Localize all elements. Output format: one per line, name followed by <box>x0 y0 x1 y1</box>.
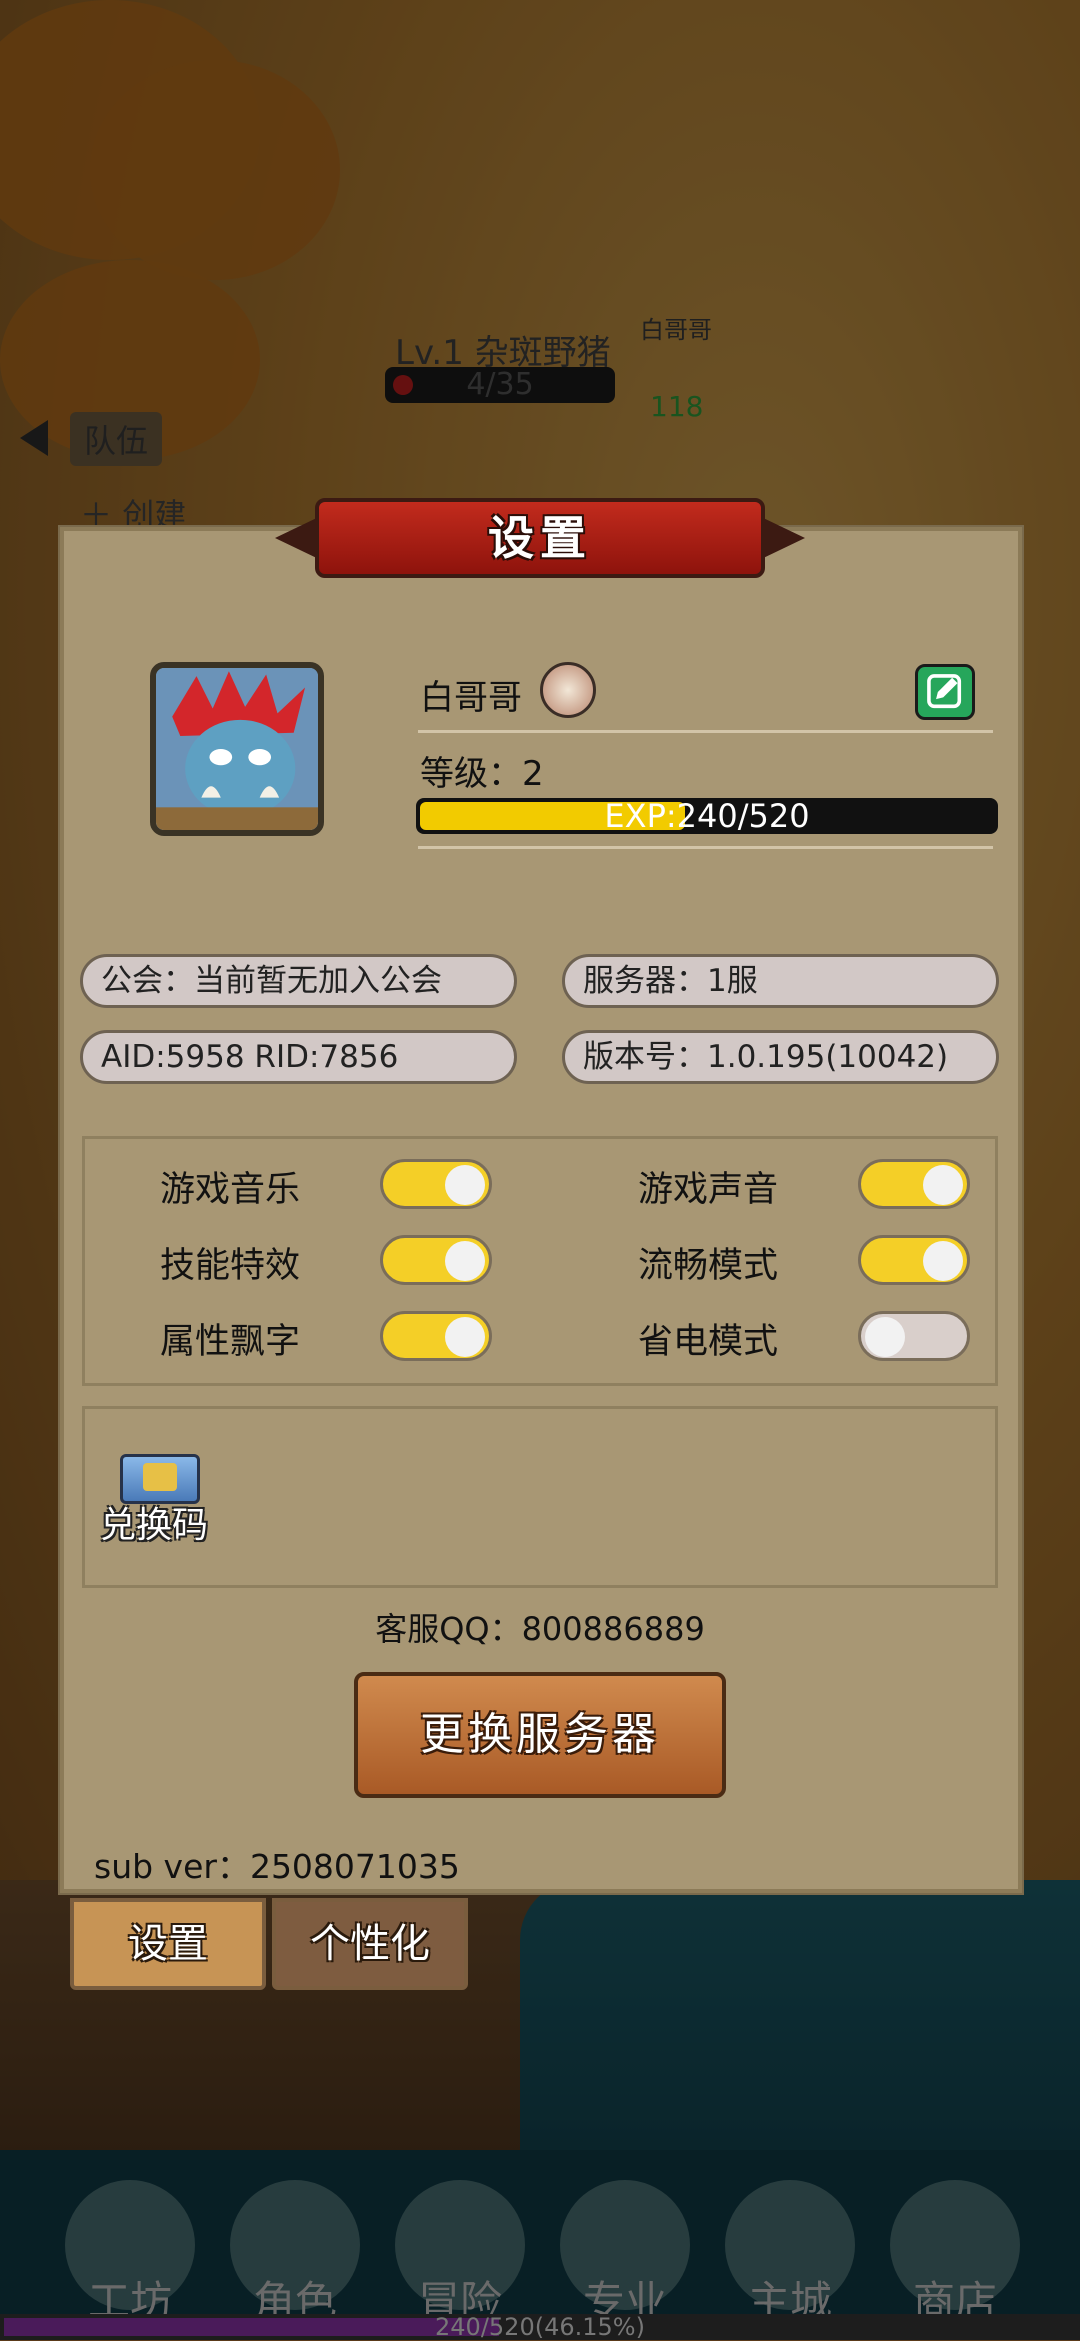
nav-shop[interactable]: 商店 <box>880 2180 1030 2330</box>
power-saving-toggle[interactable] <box>858 1311 970 1361</box>
player-avatar[interactable] <box>150 662 324 836</box>
account-ids: AID:5958 RID:7856 <box>80 1030 517 1084</box>
redeem-code-label[interactable]: 兑换码 <box>100 1496 208 1548</box>
toggle-knob <box>445 1241 485 1281</box>
smooth-mode-toggle[interactable] <box>858 1235 970 1285</box>
guild-info: 公会：当前暂无加入公会 <box>80 954 517 1008</box>
sub-version: sub ver：2508071035 <box>94 1847 460 1886</box>
version-info: 版本号：1.0.195(10042) <box>562 1030 999 1084</box>
floating-text-toggle[interactable] <box>380 1311 492 1361</box>
music-toggle[interactable] <box>380 1159 492 1209</box>
server-info: 服务器：1服 <box>562 954 999 1008</box>
nav-main-city[interactable]: 主城 <box>715 2180 865 2330</box>
switch-server-button[interactable]: 更换服务器 <box>354 1672 726 1798</box>
footer-exp-text: 240/520(46.15%) <box>435 2313 645 2341</box>
support-qq: 客服QQ：800886889 <box>375 1610 705 1648</box>
nav-character[interactable]: 角色 <box>220 2180 370 2330</box>
skill-effects-toggle[interactable] <box>380 1235 492 1285</box>
tab-settings[interactable]: 设置 <box>70 1898 266 1990</box>
toggle-label-smooth-mode: 流畅模式 <box>638 1246 779 1286</box>
troll-portrait-icon <box>156 668 318 830</box>
toggle-label-floating-text: 属性飘字 <box>160 1322 301 1362</box>
exp-text: EXP:240/520 <box>604 798 810 834</box>
player-level: 等级：2 <box>420 754 544 794</box>
toggle-knob <box>923 1165 963 1205</box>
extras-box <box>82 1406 998 1588</box>
toggle-knob <box>923 1241 963 1281</box>
nav-adventure[interactable]: 冒险 <box>385 2180 535 2330</box>
divider <box>418 730 993 733</box>
footer-exp-bar: 240/520(46.15%) <box>0 2314 1080 2340</box>
class-sword-icon <box>540 662 596 718</box>
toggle-label-power-saving: 省电模式 <box>638 1322 779 1362</box>
toggle-label-music: 游戏音乐 <box>160 1170 301 1210</box>
toggle-knob <box>445 1317 485 1357</box>
divider <box>418 846 993 849</box>
dialog-title: 设置 <box>488 511 592 565</box>
exp-progress-bar: EXP:240/520 <box>416 798 998 834</box>
tab-personalize[interactable]: 个性化 <box>272 1898 468 1990</box>
nav-profession[interactable]: 专业 <box>550 2180 700 2330</box>
edit-name-button[interactable] <box>915 664 975 720</box>
dialog-title-banner: 设置 <box>275 488 805 588</box>
toggle-label-skill-effects: 技能特效 <box>160 1246 301 1286</box>
nav-workshop[interactable]: 工坊 <box>55 2180 205 2330</box>
toggle-label-sound: 游戏声音 <box>638 1170 779 1210</box>
player-name: 白哥哥 <box>420 678 522 718</box>
pencil-icon <box>927 674 962 709</box>
toggle-knob <box>865 1317 905 1357</box>
sound-toggle[interactable] <box>858 1159 970 1209</box>
toggle-knob <box>445 1165 485 1205</box>
